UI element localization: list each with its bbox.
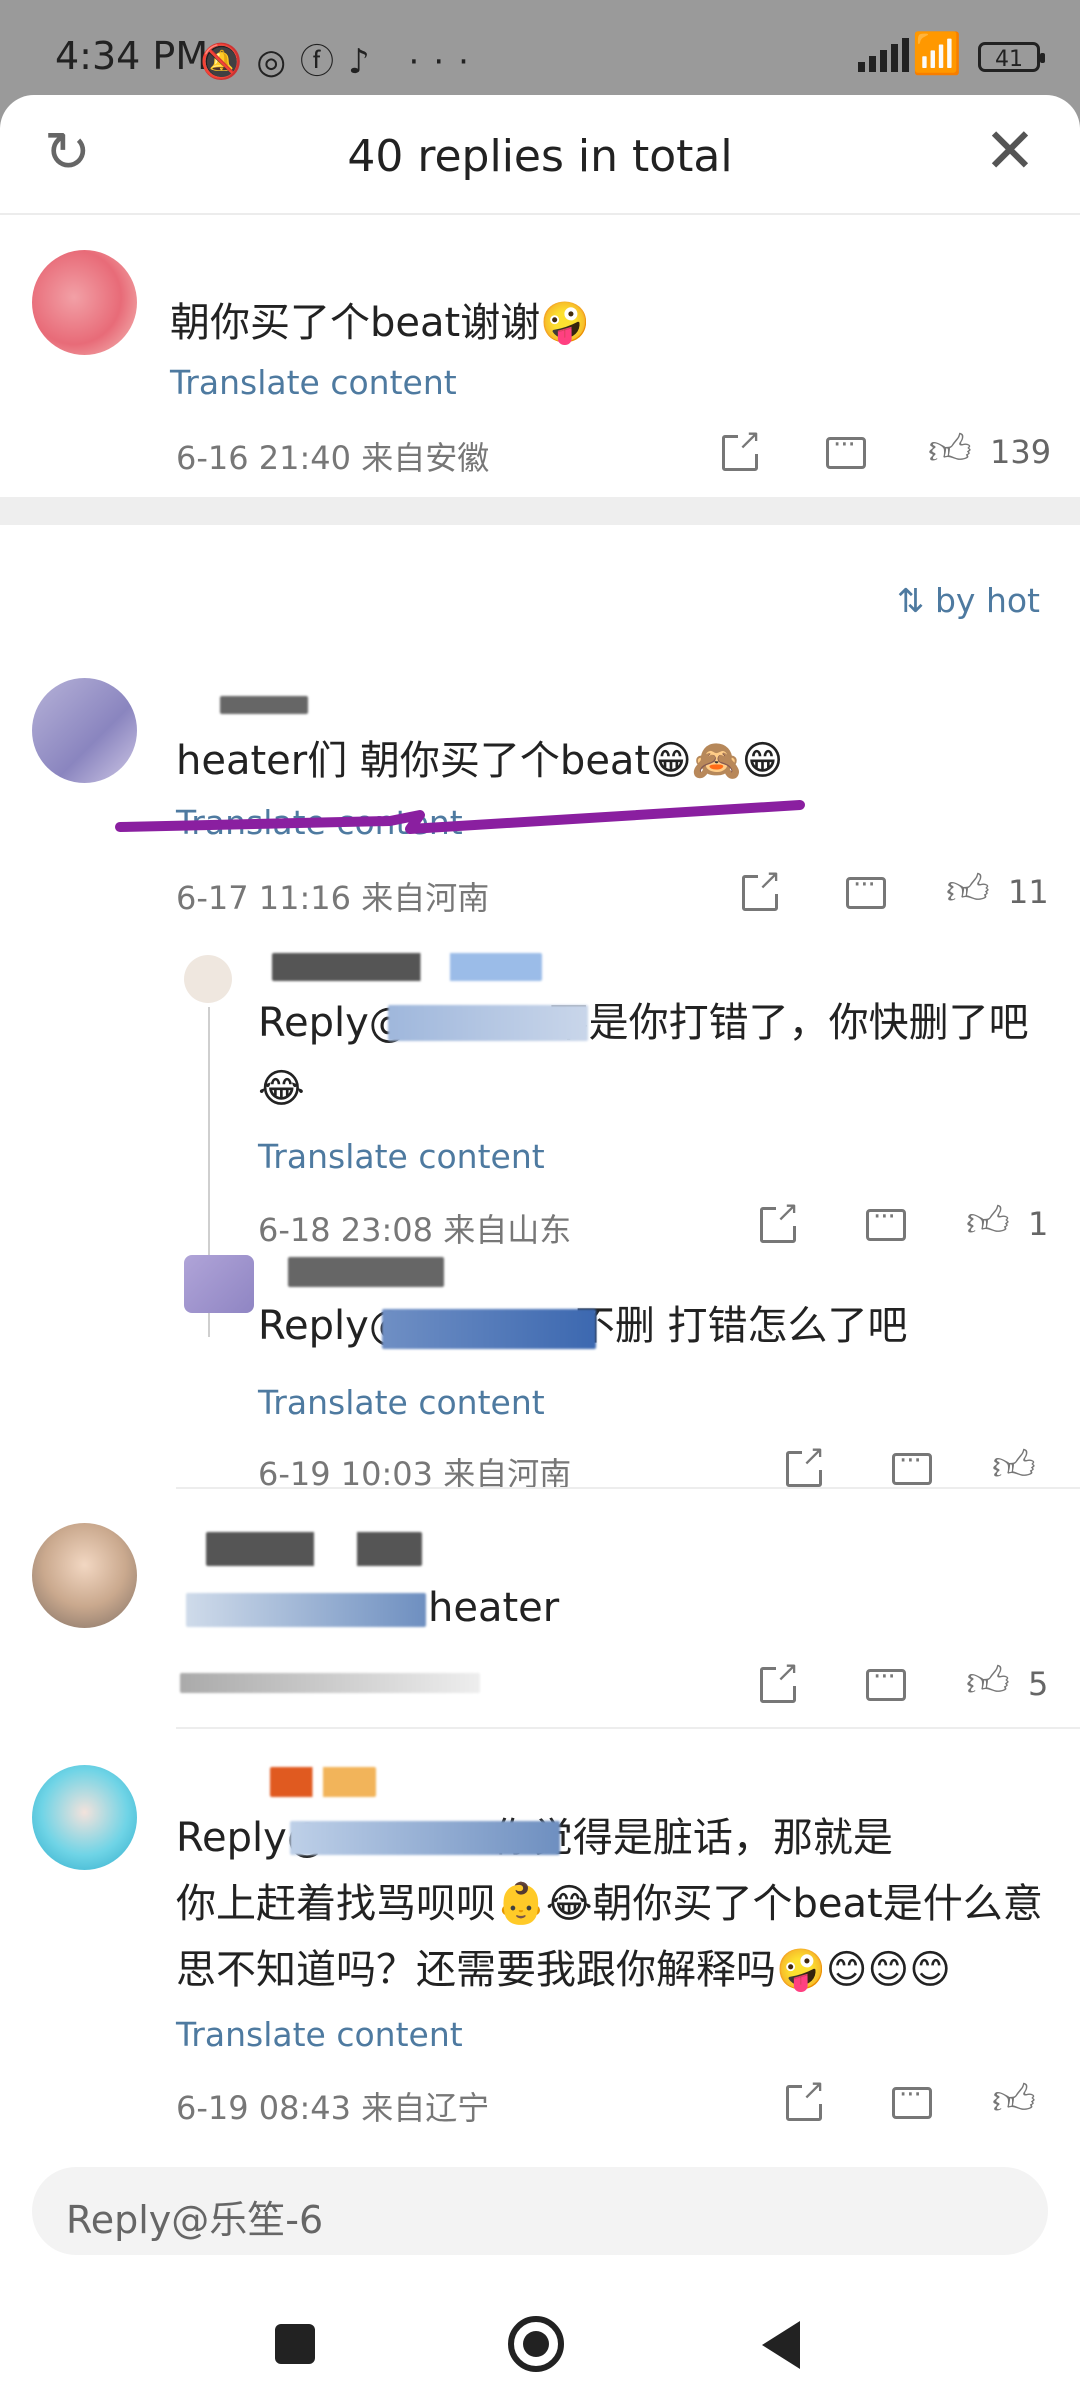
comment-text-line3: 思不知道吗？还需要我跟你解释吗🤪😊😊😊 [176,1947,951,1993]
comment-icon[interactable] [846,870,886,909]
mention-redacted [382,1309,596,1349]
like-icon[interactable]: 👍︎ [992,2079,1036,2121]
mention-redacted [290,1821,560,1855]
status-time: 4:34 PM [55,34,209,78]
reply-placeholder: Reply@乐笙-6 [66,2198,324,2242]
like-count: 139 [990,433,1052,471]
recents-button[interactable] [275,2324,315,2364]
close-icon[interactable]: ✕ [984,119,1036,183]
system-nav-bar [0,2285,1080,2400]
avatar[interactable] [32,1765,137,1870]
like-icon[interactable]: 👍︎ [992,1445,1036,1487]
translate-link[interactable]: Translate content [258,1137,545,1176]
avatar[interactable] [184,955,232,1003]
comment-text: heater [428,1585,560,1631]
username[interactable] [288,1257,444,1287]
avatar[interactable] [32,678,137,783]
signal-icon [858,38,909,72]
like-count: 1 [1028,1205,1049,1243]
avatar[interactable] [32,250,137,355]
notification-icons: 🔕◎ⓕ♪ ··· [200,42,483,82]
reply-input[interactable]: Reply@乐笙-6 [32,2167,1048,2255]
avatar[interactable] [184,1255,254,1313]
like-icon[interactable]: 👍︎ [966,1201,1010,1243]
like-count: 5 [1028,1665,1049,1703]
comment-icon[interactable] [866,1662,906,1701]
comment-text-line2: 你上赶着找骂呗呗👶😂朝你买了个beat是什么意 [176,1881,1043,1927]
like-count: 11 [1008,873,1049,911]
home-button[interactable] [508,2316,564,2372]
like-icon[interactable]: 👍︎ [928,429,972,471]
like-icon[interactable]: 👍︎ [946,869,990,911]
share-icon[interactable] [786,1442,825,1487]
comment-icon[interactable] [892,1446,932,1485]
translate-link[interactable]: Translate content [258,1383,545,1422]
section-separator [0,497,1080,525]
sort-label: by hot [934,581,1040,620]
comment-icon[interactable] [892,2080,932,2119]
sort-icon: ⇅ [896,581,935,620]
comment-divider [176,1727,1080,1729]
wifi-icon: 📶 [912,31,962,77]
username[interactable] [206,1532,422,1566]
comment-meta: 6-17 11:16 来自河南 [176,879,490,917]
comment-meta: 6-18 23:08 来自山东 [258,1211,572,1249]
share-icon[interactable] [722,426,761,471]
share-icon[interactable] [786,2076,825,2121]
comment-text: Reply@ 不是你打错了，你快删了吧😂 [258,1000,1029,1112]
share-icon[interactable] [742,866,781,911]
share-icon[interactable] [760,1658,799,1703]
username[interactable] [220,696,308,714]
comment-icon[interactable] [826,430,866,469]
share-icon[interactable] [760,1198,799,1243]
mention-redacted [388,1005,588,1041]
comment-meta: 6-19 08:43 来自辽宁 [176,2089,490,2127]
comment-divider [176,1487,1080,1489]
annotation-stroke [115,800,805,834]
sheet-header: ↻ 40 replies in total ✕ [0,95,1080,215]
like-icon[interactable]: 👍︎ [966,1661,1010,1703]
battery-icon: 41 [978,42,1045,72]
timestamp-redacted [180,1673,480,1693]
sheet-title: 40 replies in total [347,131,733,182]
username[interactable] [272,953,542,981]
avatar[interactable] [32,1523,137,1628]
translate-link[interactable]: Translate content [176,2015,463,2054]
comment-icon[interactable] [866,1202,906,1241]
back-button[interactable] [762,2321,800,2369]
replies-sheet: ↻ 40 replies in total ✕ 朝你买了个beat谢谢🤪 Tra… [0,95,1080,2400]
comment-meta: 6-16 21:40 来自安徽 [176,439,490,477]
username[interactable] [270,1767,376,1797]
mention-redacted [186,1593,426,1627]
status-bar: 4:34 PM 🔕◎ⓕ♪ ··· 📶 41 [0,0,1080,95]
translate-link[interactable]: Translate content [170,363,457,402]
sort-toggle[interactable]: ⇅ by hot [897,581,1040,620]
comment-text: 朝你买了个beat谢谢🤪 [170,300,590,346]
